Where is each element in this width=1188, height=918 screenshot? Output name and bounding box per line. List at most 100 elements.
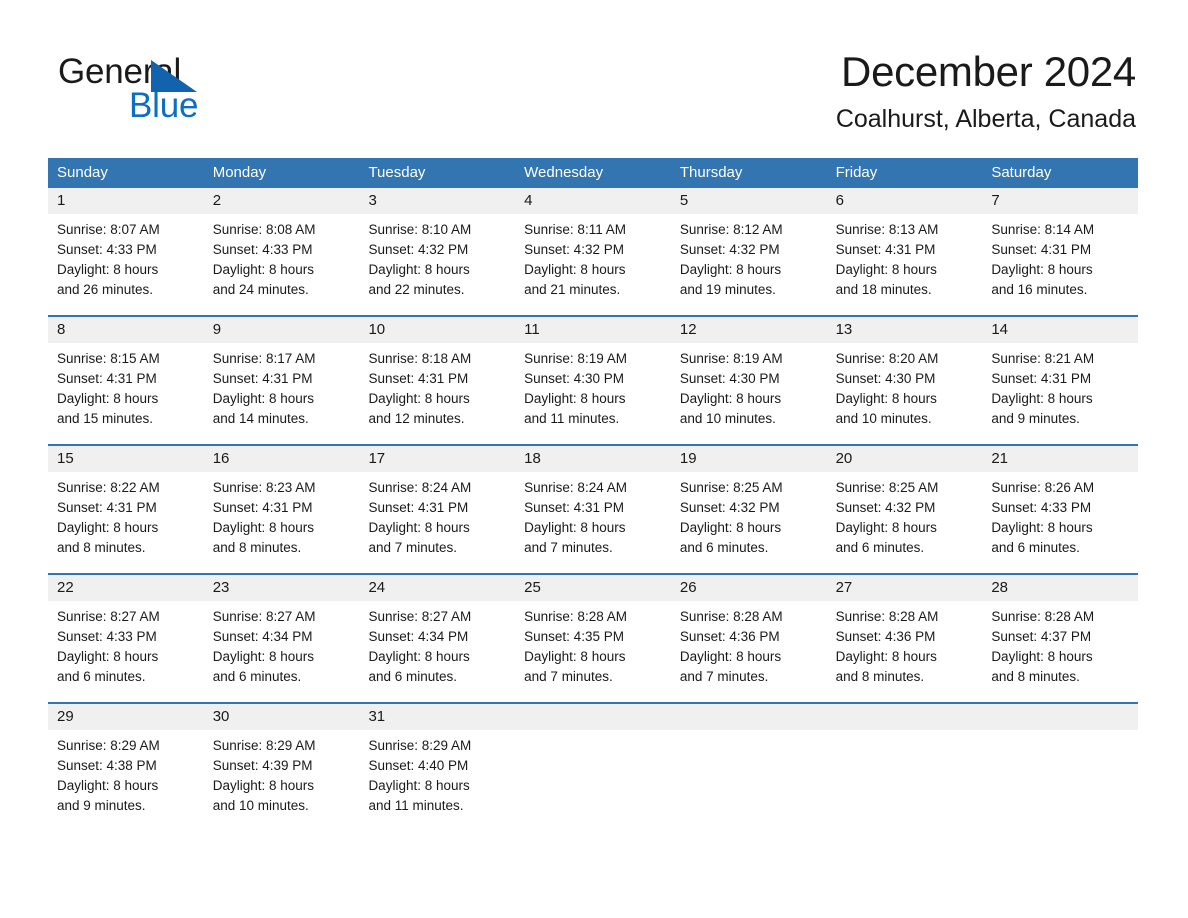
sunset-text: Sunset: 4:31 PM xyxy=(991,242,1092,257)
daylight-text-line1: Daylight: 8 hours xyxy=(991,649,1093,664)
day-number[interactable]: 2 xyxy=(204,188,360,214)
day-cell[interactable]: Sunrise: 8:28 AM Sunset: 4:36 PM Daylight:… xyxy=(827,601,983,691)
sunset-text: Sunset: 4:32 PM xyxy=(679,242,780,257)
day-cell[interactable]: Sunrise: 8:08 AM Sunset: 4:33 PM Daylight:… xyxy=(204,214,360,304)
calendar-week-row: 15 16 17 18 19 20 21 Sunrise: 8:22 AM Sunset: 4:… xyxy=(48,444,1138,562)
day-number[interactable]: 18 xyxy=(515,446,671,472)
day-cell[interactable]: Sunrise: 8:23 AM Sunset: 4:31 PM Daylight:… xyxy=(204,472,360,562)
logo-text-blue: Blue xyxy=(129,86,199,125)
day-cell[interactable]: Sunrise: 8:29 AM Sunset: 4:39 PM Daylight:… xyxy=(204,730,360,820)
date-number-band: 22 23 24 25 26 27 28 xyxy=(48,575,1138,601)
day-cell[interactable]: Sunrise: 8:24 AM Sunset: 4:31 PM Daylight:… xyxy=(515,472,671,562)
daylight-text-line1: Daylight: 8 hours xyxy=(991,391,1093,406)
day-number[interactable]: 23 xyxy=(204,575,360,601)
day-cell[interactable]: Sunrise: 8:27 AM Sunset: 4:34 PM Daylight:… xyxy=(359,601,515,691)
day-number-empty xyxy=(671,704,827,730)
sunrise-text: Sunrise: 8:28 AM xyxy=(524,609,627,624)
day-cell[interactable]: Sunrise: 8:28 AM Sunset: 4:37 PM Daylight:… xyxy=(982,601,1138,691)
day-number[interactable]: 26 xyxy=(671,575,827,601)
daylight-text-line1: Daylight: 8 hours xyxy=(57,520,159,535)
day-number[interactable]: 14 xyxy=(982,317,1138,343)
day-cell[interactable]: Sunrise: 8:28 AM Sunset: 4:36 PM Daylight:… xyxy=(671,601,827,691)
sunrise-text: Sunrise: 8:28 AM xyxy=(835,609,939,624)
weekday-header-tuesday: Tuesday xyxy=(368,164,426,181)
day-cell[interactable]: Sunrise: 8:24 AM Sunset: 4:31 PM Daylight:… xyxy=(359,472,515,562)
day-number[interactable]: 11 xyxy=(515,317,671,343)
day-cell[interactable]: Sunrise: 8:12 AM Sunset: 4:32 PM Daylight:… xyxy=(671,214,827,304)
calendar-week-row: 22 23 24 25 26 27 28 Sunrise: 8:27 AM Sunset: 4:… xyxy=(48,573,1138,691)
daylight-text-line2: and 21 minutes. xyxy=(524,282,621,297)
day-number[interactable]: 7 xyxy=(982,188,1138,214)
sunrise-text: Sunrise: 8:27 AM xyxy=(368,609,472,624)
daylight-text-line2: and 8 minutes. xyxy=(991,669,1080,684)
weekday-header-thursday: Thursday xyxy=(679,164,743,181)
daylight-text-line1: Daylight: 8 hours xyxy=(679,391,782,406)
daylight-text-line2: and 10 minutes. xyxy=(835,411,932,426)
day-cell[interactable]: Sunrise: 8:07 AM Sunset: 4:33 PM Daylight:… xyxy=(48,214,204,304)
day-cell[interactable]: Sunrise: 8:25 AM Sunset: 4:32 PM Daylight:… xyxy=(671,472,827,562)
day-cell[interactable]: Sunrise: 8:27 AM Sunset: 4:33 PM Daylight:… xyxy=(48,601,204,691)
sunrise-text: Sunrise: 8:24 AM xyxy=(524,480,627,495)
day-cell[interactable]: Sunrise: 8:15 AM Sunset: 4:31 PM Daylight:… xyxy=(48,343,204,433)
day-number[interactable]: 19 xyxy=(671,446,827,472)
day-cell[interactable]: Sunrise: 8:29 AM Sunset: 4:40 PM Daylight:… xyxy=(359,730,515,820)
day-number[interactable]: 1 xyxy=(48,188,204,214)
sunrise-text: Sunrise: 8:24 AM xyxy=(368,480,472,495)
day-cell[interactable]: Sunrise: 8:27 AM Sunset: 4:34 PM Daylight:… xyxy=(204,601,360,691)
day-cell[interactable]: Sunrise: 8:20 AM Sunset: 4:30 PM Daylight:… xyxy=(827,343,983,433)
sunset-text: Sunset: 4:31 PM xyxy=(212,371,313,386)
day-cell[interactable]: Sunrise: 8:14 AM Sunset: 4:31 PM Daylight:… xyxy=(982,214,1138,304)
day-number[interactable]: 13 xyxy=(827,317,983,343)
day-cell[interactable]: Sunrise: 8:29 AM Sunset: 4:38 PM Daylight:… xyxy=(48,730,204,820)
day-number[interactable]: 12 xyxy=(671,317,827,343)
day-number[interactable]: 9 xyxy=(204,317,360,343)
day-cell[interactable]: Sunrise: 8:17 AM Sunset: 4:31 PM Daylight:… xyxy=(204,343,360,433)
day-cell[interactable]: Sunrise: 8:19 AM Sunset: 4:30 PM Daylight:… xyxy=(515,343,671,433)
day-number[interactable]: 24 xyxy=(359,575,515,601)
day-cell[interactable]: Sunrise: 8:25 AM Sunset: 4:32 PM Daylight:… xyxy=(827,472,983,562)
day-cell[interactable]: Sunrise: 8:28 AM Sunset: 4:35 PM Daylight:… xyxy=(515,601,671,691)
day-number[interactable]: 20 xyxy=(827,446,983,472)
sunset-text: Sunset: 4:31 PM xyxy=(57,500,157,515)
daylight-text-line1: Daylight: 8 hours xyxy=(835,262,937,277)
day-number[interactable]: 27 xyxy=(827,575,983,601)
day-number[interactable]: 5 xyxy=(671,188,827,214)
day-cell[interactable]: Sunrise: 8:22 AM Sunset: 4:31 PM Daylight:… xyxy=(48,472,204,562)
daylight-text-line2: and 16 minutes. xyxy=(991,282,1088,297)
day-number[interactable]: 31 xyxy=(359,704,515,730)
daylight-text-line1: Daylight: 8 hours xyxy=(835,391,937,406)
day-info-band: Sunrise: 8:29 AM Sunset: 4:38 PM Daylight:… xyxy=(48,730,1138,820)
sunset-text: Sunset: 4:33 PM xyxy=(212,242,313,257)
day-number[interactable]: 10 xyxy=(359,317,515,343)
day-cell[interactable]: Sunrise: 8:21 AM Sunset: 4:31 PM Daylight:… xyxy=(982,343,1138,433)
sunset-text: Sunset: 4:32 PM xyxy=(524,242,624,257)
day-number[interactable]: 25 xyxy=(515,575,671,601)
daylight-text-line2: and 8 minutes. xyxy=(212,540,302,555)
day-number[interactable]: 6 xyxy=(827,188,983,214)
day-cell[interactable]: Sunrise: 8:13 AM Sunset: 4:31 PM Daylight:… xyxy=(827,214,983,304)
sunset-text: Sunset: 4:30 PM xyxy=(835,371,936,386)
day-number[interactable]: 16 xyxy=(204,446,360,472)
day-info-band: Sunrise: 8:27 AM Sunset: 4:33 PM Daylight:… xyxy=(48,601,1138,691)
day-number[interactable]: 15 xyxy=(48,446,204,472)
day-number[interactable]: 29 xyxy=(48,704,204,730)
day-number[interactable]: 8 xyxy=(48,317,204,343)
daylight-text-line2: and 8 minutes. xyxy=(835,669,925,684)
day-number[interactable]: 4 xyxy=(515,188,671,214)
day-cell[interactable]: Sunrise: 8:19 AM Sunset: 4:30 PM Daylight:… xyxy=(671,343,827,433)
day-number[interactable]: 22 xyxy=(48,575,204,601)
day-cell[interactable]: Sunrise: 8:11 AM Sunset: 4:32 PM Daylight:… xyxy=(515,214,671,304)
day-cell[interactable]: Sunrise: 8:26 AM Sunset: 4:33 PM Daylight:… xyxy=(982,472,1138,562)
daylight-text-line2: and 9 minutes. xyxy=(57,798,146,813)
day-cell[interactable]: Sunrise: 8:10 AM Sunset: 4:32 PM Daylight:… xyxy=(359,214,515,304)
day-number[interactable]: 17 xyxy=(359,446,515,472)
day-number[interactable]: 21 xyxy=(982,446,1138,472)
day-number[interactable]: 3 xyxy=(359,188,515,214)
sunset-text: Sunset: 4:30 PM xyxy=(524,371,624,386)
day-cell[interactable]: Sunrise: 8:18 AM Sunset: 4:31 PM Daylight:… xyxy=(359,343,515,433)
daylight-text-line2: and 6 minutes. xyxy=(991,540,1080,555)
daylight-text-line2: and 26 minutes. xyxy=(57,282,154,297)
day-number[interactable]: 30 xyxy=(204,704,360,730)
day-number[interactable]: 28 xyxy=(982,575,1138,601)
calendar-weeks: 1 2 3 4 5 6 7 Sunrise: 8:07 AM Sunset: 4:33 PM Da… xyxy=(48,188,1138,820)
